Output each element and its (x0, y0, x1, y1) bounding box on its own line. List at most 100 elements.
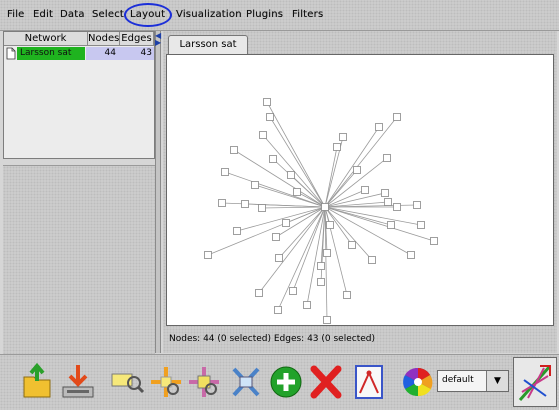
network-file-icon (6, 47, 16, 60)
visual-style-button[interactable] (398, 361, 438, 403)
menu-edit[interactable]: Edit (33, 9, 53, 20)
network-edge (278, 206, 326, 259)
visual-style-select[interactable]: default ▼ (437, 370, 509, 392)
network-node[interactable] (430, 237, 438, 245)
network-edge (324, 206, 373, 261)
network-node[interactable] (251, 181, 259, 189)
edit-attributes-icon (355, 365, 383, 399)
column-header-edges[interactable]: Edges (120, 32, 154, 46)
network-node[interactable] (321, 203, 329, 211)
layout-highlight-ring (124, 3, 172, 27)
menu-data[interactable]: Data (60, 9, 85, 20)
zoom-in-button[interactable] (108, 361, 148, 403)
zoom-selected-button[interactable] (184, 361, 224, 403)
network-edge (324, 206, 412, 256)
collapse-arrow-icon[interactable]: ◀ ▶ (155, 32, 161, 47)
network-node[interactable] (289, 287, 297, 295)
menu-bar: File Edit Data Select Layout Visualizati… (0, 0, 559, 31)
network-node[interactable] (317, 262, 325, 270)
save-session-icon (62, 365, 94, 398)
delete-icon (310, 365, 342, 399)
tab-network-view[interactable]: Larsson sat (168, 35, 248, 54)
network-node[interactable] (407, 251, 415, 259)
network-node[interactable] (387, 221, 395, 229)
network-node[interactable] (368, 256, 376, 264)
edit-attributes-button[interactable] (350, 361, 390, 403)
menu-visualization[interactable]: Visualization (176, 9, 242, 20)
network-node[interactable] (393, 113, 401, 121)
menu-plugins[interactable]: Plugins (246, 9, 283, 20)
network-node[interactable] (384, 198, 392, 206)
visual-style-wheel-icon (403, 367, 433, 397)
network-node[interactable] (375, 123, 383, 131)
network-node[interactable] (218, 199, 226, 207)
zoom-fit-button[interactable] (226, 361, 266, 403)
network-node[interactable] (269, 155, 277, 163)
status-bar: Nodes: 44 (0 selected) Edges: 43 (0 sele… (169, 334, 375, 344)
menu-filters[interactable]: Filters (292, 9, 323, 20)
network-node[interactable] (287, 171, 295, 179)
network-graph[interactable] (167, 55, 553, 325)
network-node[interactable] (233, 227, 241, 235)
network-node[interactable] (323, 316, 331, 324)
zoom-out-icon (151, 367, 181, 397)
open-session-button[interactable] (18, 361, 58, 403)
network-view-panel: Larsson sat Nodes: 44 (0 selected) Edges… (163, 31, 557, 353)
network-node[interactable] (348, 241, 356, 249)
network-node[interactable] (317, 278, 325, 286)
network-node[interactable] (266, 113, 274, 121)
network-node[interactable] (259, 131, 267, 139)
network-node[interactable] (221, 168, 229, 176)
network-edge (324, 206, 392, 226)
network-node[interactable] (361, 186, 369, 194)
table-row[interactable]: Larsson sat 44 43 (4, 47, 154, 60)
column-header-nodes[interactable]: Nodes (88, 32, 120, 46)
network-node[interactable] (413, 201, 421, 209)
network-node[interactable] (303, 301, 311, 309)
network-overview-pane (3, 165, 155, 354)
zoom-in-icon (111, 373, 145, 394)
zoom-selected-icon (189, 367, 219, 397)
network-overview-button[interactable] (513, 357, 557, 407)
network-node[interactable] (293, 188, 301, 196)
network-node[interactable] (383, 154, 391, 162)
network-node[interactable] (274, 306, 282, 314)
chevron-down-icon[interactable]: ▼ (486, 371, 508, 391)
network-node[interactable] (393, 203, 401, 211)
network-node[interactable] (258, 204, 266, 212)
network-node[interactable] (417, 221, 425, 229)
network-canvas[interactable] (166, 54, 554, 326)
network-edge (207, 206, 326, 256)
network-node[interactable] (333, 143, 341, 151)
split-pane-divider[interactable] (155, 31, 161, 353)
network-node[interactable] (381, 189, 389, 197)
create-network-icon (270, 366, 302, 398)
network-edge (233, 149, 326, 208)
network-table: Network Nodes Edges Larsson sat 44 43 (3, 31, 155, 159)
menu-select[interactable]: Select (92, 9, 124, 20)
network-edge (261, 206, 326, 209)
network-node[interactable] (263, 98, 271, 106)
network-node[interactable] (272, 233, 280, 241)
column-header-network[interactable]: Network (4, 32, 88, 46)
network-node[interactable] (255, 289, 263, 297)
network-node[interactable] (241, 200, 249, 208)
network-node[interactable] (326, 221, 334, 229)
network-node[interactable] (323, 249, 331, 257)
create-network-button[interactable] (266, 361, 306, 403)
network-node[interactable] (353, 166, 361, 174)
network-node[interactable] (339, 133, 347, 141)
network-node[interactable] (343, 291, 351, 299)
delete-button[interactable] (306, 361, 346, 403)
network-node[interactable] (282, 219, 290, 227)
network-node[interactable] (230, 146, 238, 154)
network-edge (236, 206, 326, 232)
toolbar: default ▼ (0, 354, 559, 410)
zoom-fit-icon (232, 367, 260, 397)
save-session-button[interactable] (58, 361, 98, 403)
network-node[interactable] (275, 254, 283, 262)
network-node[interactable] (204, 251, 212, 259)
menu-file[interactable]: File (7, 9, 25, 20)
network-name-cell[interactable]: Larsson sat (17, 47, 85, 60)
zoom-out-button[interactable] (146, 361, 186, 403)
